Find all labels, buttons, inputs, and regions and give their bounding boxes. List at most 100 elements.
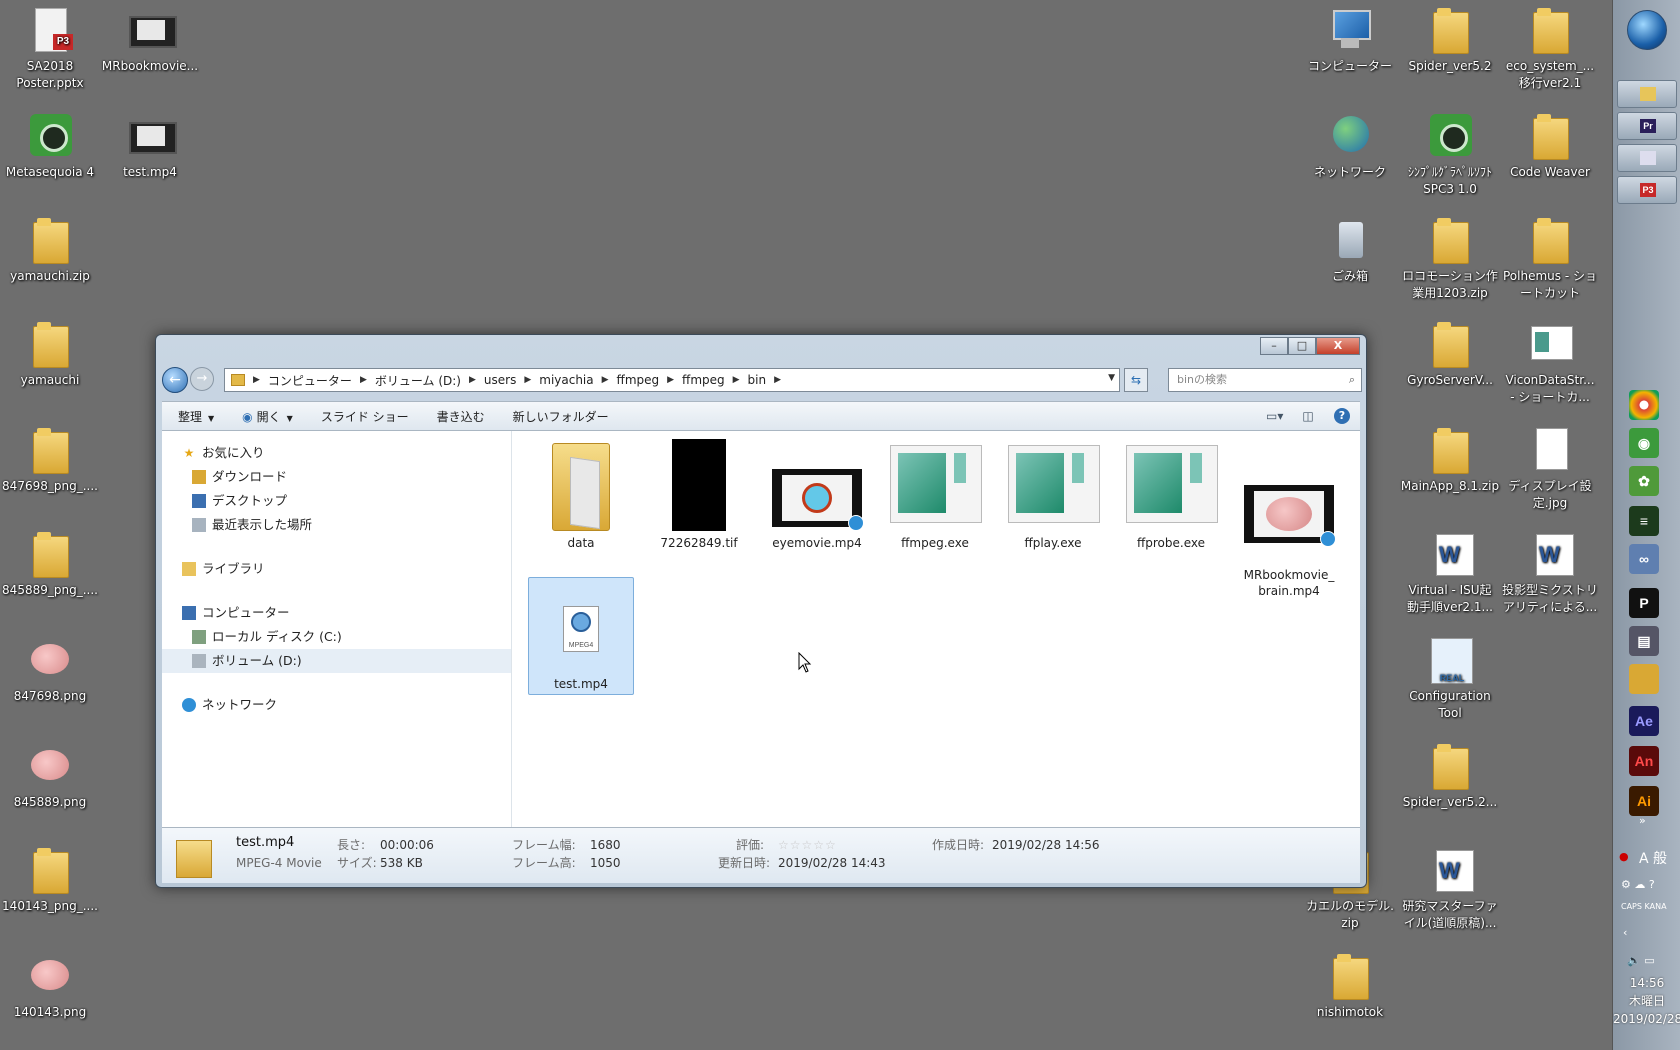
breadcrumb-item[interactable]: ボリューム (D:) [375,372,461,389]
image-icon [27,952,73,1000]
desktop-icon-projection-mr-doc[interactable]: 投影型ミクストリ アリティによる... [1500,530,1600,616]
desktop-icon-locomotion-zip[interactable]: ロコモーション作 業用1203.zip [1400,216,1500,302]
frog-app-icon[interactable]: ✿ [1629,466,1659,496]
after-effects-icon[interactable]: Ae [1629,706,1659,736]
burn-button[interactable]: 書き込む [437,408,485,425]
desktop-icon-845889-png[interactable]: 845889.png [0,742,100,811]
breadcrumb-item[interactable]: コンピューター [268,372,352,389]
desktop-icon-mainapp-zip[interactable]: MainApp_8.1.zip [1400,426,1500,495]
desktop-icon-code-weaver[interactable]: Code Weaver [1500,112,1600,181]
desktop-icon-vicondatastream[interactable]: ViconDataStr... - ショートカ... [1500,320,1600,406]
desktop-icon-nishimotok[interactable]: nishimotok [1300,952,1400,1021]
desktop-icon-845889-png-folder[interactable]: 845889_png_.... [0,530,100,599]
file-item-ffplay[interactable]: ffplay.exe [1000,439,1106,551]
ime-icon[interactable]: ● [1619,850,1629,863]
desktop-icon-spider-ver52-2[interactable]: Spider_ver5.2... [1400,742,1500,811]
breadcrumb-item[interactable]: ffmpeg [617,373,660,387]
close-button[interactable]: X [1316,337,1360,355]
desktop-icon-test-mp4[interactable]: test.mp4 [100,112,200,181]
taskbar-explorer-button[interactable] [1617,80,1677,108]
terminal-app-icon[interactable]: ≡ [1629,506,1659,536]
address-bar[interactable]: ▶ コンピューター ▶ ボリューム (D:) ▶ users ▶ miyachi… [224,368,1120,392]
preview-pane-icon[interactable]: ◫ [1300,408,1316,424]
start-button[interactable] [1627,10,1667,50]
refresh-button[interactable]: ⇆ [1124,368,1148,392]
chevron-left-icon[interactable]: ‹ [1623,926,1627,939]
organize-button[interactable]: 整理 ▼ [178,408,214,425]
animate-icon[interactable]: An [1629,746,1659,776]
clock-date[interactable]: 2019/02/28 [1613,1010,1680,1028]
metasequoia-icon[interactable]: ◉ [1629,428,1659,458]
film-app-icon[interactable]: ▤ [1629,626,1659,656]
p-app-icon[interactable]: P [1629,588,1659,618]
help-icon[interactable]: ? [1334,408,1350,424]
desktop-icon-140143-png-folder[interactable]: 140143_png_.... [0,846,100,915]
taskbar-window-button[interactable] [1617,144,1677,172]
file-item-test-mp4[interactable]: MPEG4 test.mp4 [528,577,634,695]
breadcrumb-item[interactable]: ffmpeg [682,373,725,387]
desktop-icon-research-master-doc[interactable]: 研究マスターファ イル(道順原稿)... [1400,846,1500,932]
desktop-icon-847698-png[interactable]: 847698.png [0,636,100,705]
desktop-icon-polhemus[interactable]: Polhemus - ショ ートカット [1500,216,1600,302]
nav-local-disk-c[interactable]: ローカル ディスク (C:) [162,625,511,649]
desktop-icon-spc3[interactable]: ｼﾝﾌﾟﾙｸﾞﾗﾍﾟﾙｿﾌﾄ SPC3 1.0 [1400,112,1500,198]
desktop-icon-847698-png-folder[interactable]: 847698_png_.... [0,426,100,495]
volume-icon[interactable]: 🔈 ▭ [1627,954,1655,967]
desktop-icon-yamauchi[interactable]: yamauchi [0,320,100,389]
desktop-icon-metasequoia[interactable]: Metasequoia 4 [0,112,100,181]
search-icon[interactable]: ⌕ [1349,369,1355,391]
desktop-icon-computer[interactable]: コンピューター [1300,6,1400,75]
clock-time[interactable]: 14:56 [1613,974,1680,992]
desktop-icon-yamauchi-zip[interactable]: yamauchi.zip [0,216,100,285]
desktop-icon-sa2018-poster[interactable]: SA2018 Poster.pptx [0,6,100,92]
breadcrumb-item[interactable]: bin [748,373,767,387]
desktop-icon-recycle-bin[interactable]: ごみ箱 [1300,216,1400,285]
taskbar-premiere-button[interactable]: Pr [1617,112,1677,140]
desktop-icon-gyroserver[interactable]: GyroServerV... [1400,320,1500,389]
desktop-icon-virtual-isu-doc[interactable]: Virtual - ISU起 動手順ver2.1... [1400,530,1500,616]
minimize-button[interactable]: – [1260,337,1288,355]
desktop-icon-configuration-tool[interactable]: Configuration Tool [1400,636,1500,722]
nav-libraries[interactable]: ライブラリ [162,557,511,581]
chrome-icon[interactable] [1629,390,1659,420]
taskbar-powerpoint-button[interactable]: P3 [1617,176,1677,204]
back-button[interactable]: ← [162,367,188,393]
desktop-icon-mrbookmovie[interactable]: MRbookmovie... [100,6,200,75]
search-input[interactable]: binの検索 ⌕ [1168,368,1362,392]
link-app-icon[interactable]: ∞ [1629,544,1659,574]
nav-network[interactable]: ネットワーク [162,693,511,717]
view-options-icon[interactable]: ▭▾ [1266,408,1283,424]
open-button[interactable]: ◉ 開く ▼ [242,408,293,425]
nav-downloads[interactable]: ダウンロード [162,465,511,489]
breadcrumb-item[interactable]: miyachia [539,373,593,387]
new-folder-button[interactable]: 新しいフォルダー [513,408,609,425]
nav-favorites[interactable]: ★ お気に入り [162,441,511,465]
file-item-data[interactable]: data [528,439,634,551]
illustrator-icon[interactable]: Ai [1629,786,1659,816]
desktop-icon-140143-png[interactable]: 140143.png [0,952,100,1021]
desktop-icon-spider-ver52[interactable]: Spider_ver5.2 [1400,6,1500,75]
folder-app-icon[interactable] [1629,664,1659,694]
nav-recent-places[interactable]: 最近表示した場所 [162,513,511,537]
file-item-mrbookmovie-brain[interactable]: MRbookmovie_ brain.mp4 [1236,439,1342,599]
desktop-icon-network[interactable]: ネットワーク [1300,112,1400,181]
file-item-tif[interactable]: 72262849.tif [646,439,752,551]
file-item-ffprobe[interactable]: ffprobe.exe [1118,439,1224,551]
chevron-down-icon[interactable]: » [1639,814,1646,827]
breadcrumb-item[interactable]: users [484,373,516,387]
maximize-button[interactable]: □ [1288,337,1316,355]
nav-computer[interactable]: コンピューター [162,601,511,625]
file-item-eyemovie[interactable]: eyemovie.mp4 [764,439,870,551]
slideshow-button[interactable]: スライド ショー [321,408,409,425]
desktop-icon-eco-system[interactable]: eco_system_... 移行ver2.1 [1500,6,1600,92]
chevron-down-icon[interactable]: ▼ [1108,373,1115,383]
clock-weekday[interactable]: 木曜日 [1613,992,1680,1010]
desktop-icon-display-settings-jpg[interactable]: ディスプレイ設 定.jpg [1500,426,1600,512]
nav-volume-d[interactable]: ボリューム (D:) [162,649,511,673]
forward-button[interactable]: → [190,367,214,391]
file-item-ffmpeg[interactable]: ffmpeg.exe [882,439,988,551]
rating-stars[interactable]: ☆☆☆☆☆ [778,836,837,854]
nav-desktop[interactable]: デスクトップ [162,489,511,513]
tray-apps-icon[interactable]: ⚙ ☁ ? [1621,878,1655,891]
ime-mode-label[interactable]: A 般 [1639,848,1667,868]
